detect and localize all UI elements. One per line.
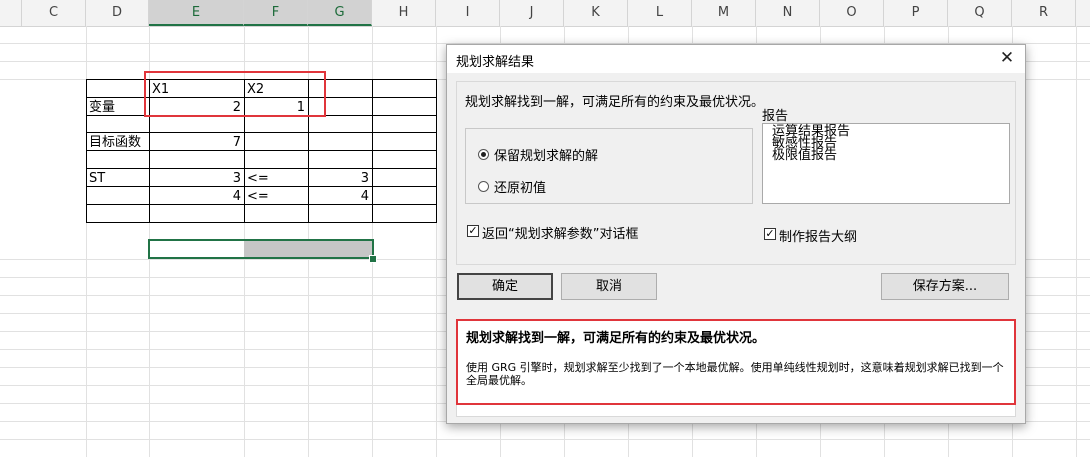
table-border (86, 222, 437, 223)
column-header-j[interactable]: J (500, 0, 564, 26)
outline-reports-checkbox[interactable]: ✓ (764, 228, 776, 240)
column-header-r[interactable]: R (1012, 0, 1076, 26)
column-header-bar: C D E F G H I J K L M N O P Q R (0, 0, 1090, 27)
found-solution-message: 规划求解找到一解，可满足所有的约束及最优状况。 (465, 95, 765, 110)
column-header-n[interactable]: N (756, 0, 820, 26)
return-to-parameters-checkbox[interactable]: ✓ (467, 225, 479, 237)
dialog-title: 规划求解结果 (456, 55, 535, 70)
column-header-m[interactable]: M (692, 0, 756, 26)
outline-reports-label[interactable]: 制作报告大纲 (779, 226, 857, 245)
column-header-q[interactable]: Q (948, 0, 1012, 26)
column-header-blank (0, 0, 22, 26)
ok-button[interactable]: 确定 (457, 273, 553, 300)
fill-handle[interactable] (369, 255, 377, 263)
cell-g-constraint-2[interactable]: 4 (308, 186, 372, 207)
gridline (0, 439, 1090, 440)
column-header-d[interactable]: D (86, 0, 149, 26)
column-header-o[interactable]: O (820, 0, 884, 26)
gridline (1076, 26, 1077, 457)
keep-solution-label[interactable]: 保留规划求解的解 (494, 145, 598, 164)
restore-values-label[interactable]: 还原初值 (494, 177, 546, 196)
results-panel: 规划求解找到一解，可满足所有的约束及最优状况。 保留规划求解的解 还原初值 报告… (456, 81, 1016, 265)
column-header-c[interactable]: C (22, 0, 86, 26)
reports-label: 报告 (762, 109, 789, 124)
save-scenario-button[interactable]: 保存方案... (881, 273, 1009, 300)
close-icon[interactable]: ✕ (997, 48, 1017, 68)
restore-values-radio[interactable] (478, 181, 489, 192)
column-header-h[interactable]: H (372, 0, 436, 26)
table-border (372, 79, 373, 223)
cancel-button[interactable]: 取消 (561, 273, 657, 300)
keep-solution-radio[interactable] (478, 149, 489, 160)
cell-e-constraint-2[interactable]: 4 (149, 186, 244, 207)
cell-d-variable-label[interactable]: 变量 (86, 97, 149, 118)
return-to-parameters-label[interactable]: 返回“规划求解参数”对话框 (482, 223, 638, 242)
solver-results-dialog: 规划求解结果 ✕ 规划求解找到一解，可满足所有的约束及最优状况。 保留规划求解的… (446, 44, 1026, 424)
report-item-limits[interactable]: 极限值报告 (772, 149, 837, 163)
cell-selection-range[interactable] (148, 239, 374, 259)
reports-listbox[interactable]: 运算结果报告 敏感性报告 极限值报告 (762, 123, 1010, 204)
column-header-g[interactable]: G (308, 0, 372, 26)
cell-f-constraint-2-op[interactable]: <= (244, 186, 308, 207)
details-body: 使用 GRG 引擎时，规划求解至少找到了一个本地最优解。使用单纯线性规划时，这意… (466, 361, 1004, 387)
cell-d-objective-label[interactable]: 目标函数 (86, 132, 149, 153)
column-header-l[interactable]: L (628, 0, 692, 26)
solution-details-box: 规划求解找到一解，可满足所有的约束及最优状况。 使用 GRG 引擎时，规划求解至… (456, 319, 1016, 405)
column-header-p[interactable]: P (884, 0, 948, 26)
variables-highlight-box (144, 71, 326, 117)
column-header-f[interactable]: F (244, 0, 308, 26)
table-border (436, 79, 437, 223)
dialog-titlebar[interactable]: 规划求解结果 ✕ (447, 45, 1025, 73)
cell-d-st-label[interactable]: ST (86, 168, 149, 189)
column-header-e[interactable]: E (149, 0, 244, 26)
column-header-i[interactable]: I (436, 0, 500, 26)
details-box-footer (456, 405, 1016, 417)
column-header-k[interactable]: K (564, 0, 628, 26)
details-title: 规划求解找到一解，可满足所有的约束及最优状况。 (466, 331, 766, 346)
cell-e-objective[interactable]: 7 (149, 132, 244, 153)
solution-options-group: 保留规划求解的解 还原初值 (465, 128, 753, 204)
